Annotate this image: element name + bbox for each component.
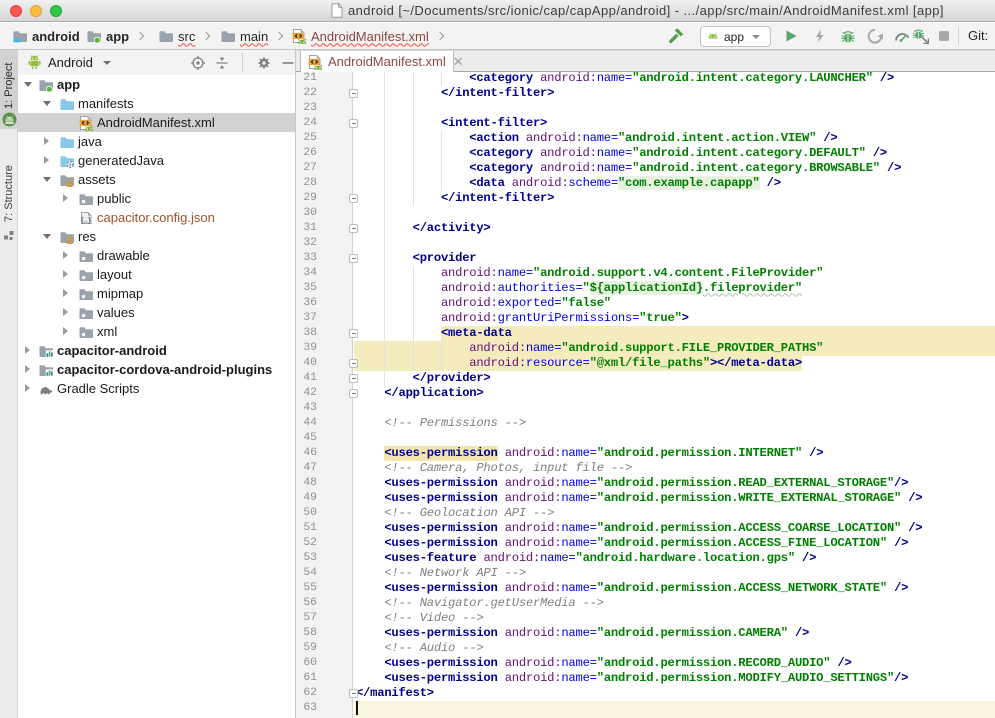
svg-text:{..}: {..} — [81, 215, 91, 224]
